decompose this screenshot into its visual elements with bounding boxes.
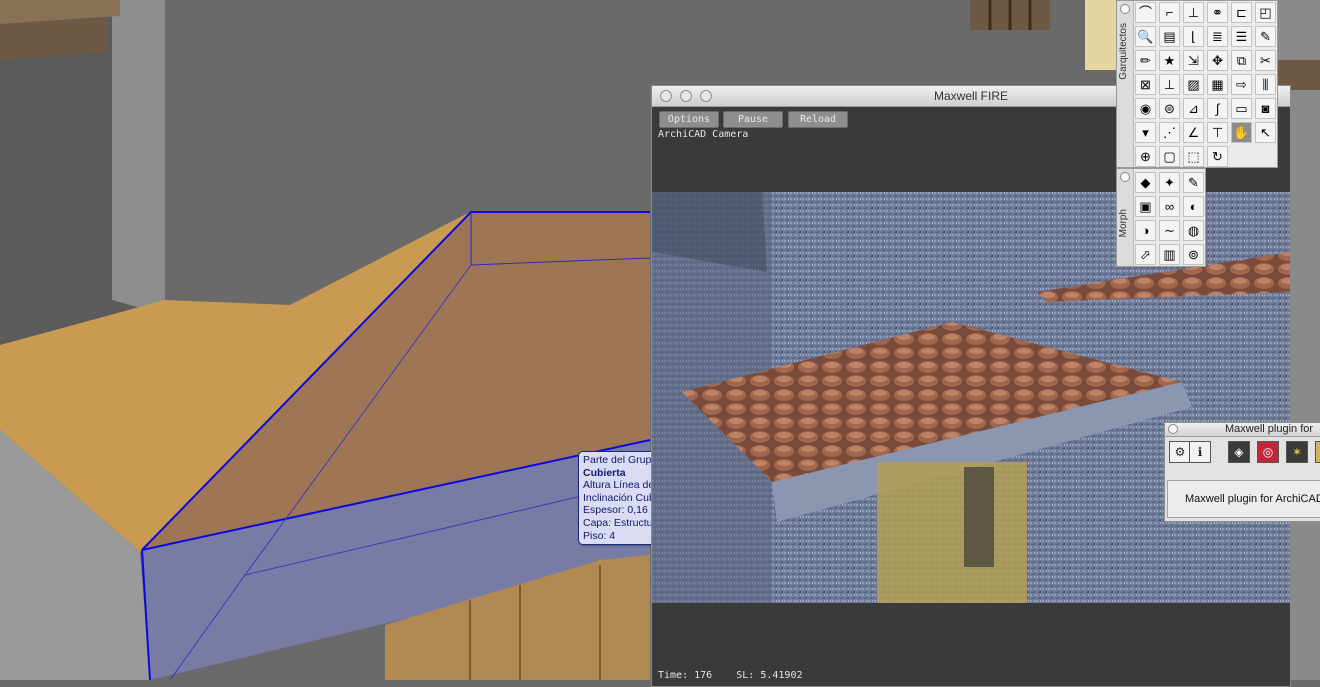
bucket-tool-icon[interactable]: ▾ xyxy=(1135,122,1156,143)
mirror-tool-icon[interactable]: ⧉ xyxy=(1231,50,1252,71)
building-right xyxy=(1085,0,1120,70)
morph-strip[interactable]: Morph xyxy=(1117,169,1134,266)
morph-union-icon[interactable]: ∞ xyxy=(1159,196,1180,217)
morph-close-icon[interactable] xyxy=(1120,172,1130,182)
dimension-tool-icon[interactable]: ⊥ xyxy=(1183,2,1204,23)
bracket-tool-icon[interactable]: ⌊ xyxy=(1183,26,1204,47)
morph-brush-icon[interactable]: ✎ xyxy=(1183,172,1204,193)
pen-tool-icon[interactable]: ✏ xyxy=(1135,50,1156,71)
plan-tool-icon[interactable]: ⊏ xyxy=(1231,2,1252,23)
hatch-tool-icon[interactable]: ▨ xyxy=(1183,74,1204,95)
fill-tool-icon[interactable]: ⊜ xyxy=(1159,98,1180,119)
box-tool-icon[interactable]: ◰ xyxy=(1255,2,1276,23)
morph-sparkle-icon[interactable]: ✦ xyxy=(1159,172,1180,193)
arc-tool-icon[interactable]: ⌒ xyxy=(1135,2,1156,23)
reload-button[interactable]: Reload xyxy=(788,111,848,128)
rotate-tool-icon[interactable]: ↻ xyxy=(1207,146,1228,167)
render-window xyxy=(877,462,1027,603)
angle-tool-icon[interactable]: ∠ xyxy=(1183,122,1204,143)
plugin-label: Maxwell plugin for ArchiCAD xyxy=(1167,480,1320,518)
column-tool-icon[interactable]: ⫼ xyxy=(1255,74,1276,95)
move-tool-icon[interactable]: ⇲ xyxy=(1183,50,1204,71)
elevation-tool-icon[interactable]: ⊥ xyxy=(1159,74,1180,95)
trim-tool-icon[interactable]: ✂ xyxy=(1255,50,1276,71)
morph-intersect-icon[interactable]: ◑ xyxy=(1135,220,1156,241)
morph-curve-icon[interactable]: ∼ xyxy=(1159,220,1180,241)
maxwell-plugin-palette: Maxwell plugin for ⚙ ℹ ◈ ◎ ✶ ◆ Maxwell p… xyxy=(1164,422,1320,522)
palette-strip[interactable]: Garquitectos xyxy=(1117,1,1134,167)
pause-button[interactable]: Pause xyxy=(723,111,783,128)
corner-tool-icon[interactable]: ⌐ xyxy=(1159,2,1180,23)
morph-book-icon[interactable]: ▥ xyxy=(1159,244,1180,265)
pillar xyxy=(112,0,165,315)
morph-box-icon[interactable]: ◆ xyxy=(1135,172,1156,193)
morph-edit-icon[interactable]: ⬀ xyxy=(1135,244,1156,265)
render-red-icon[interactable]: ◎ xyxy=(1257,441,1279,463)
section-tool-icon[interactable]: ⋰ xyxy=(1159,122,1180,143)
morph-subtract-icon[interactable]: ◐ xyxy=(1183,196,1204,217)
export-tool-icon[interactable]: ⇨ xyxy=(1231,74,1252,95)
render-window-pane xyxy=(964,467,994,567)
camera-icon[interactable]: ◙ xyxy=(1255,98,1276,119)
search-icon[interactable]: 🔍 xyxy=(1135,26,1156,47)
hand-tool-icon[interactable]: ✋ xyxy=(1231,122,1252,143)
star-icon[interactable]: ★ xyxy=(1159,50,1180,71)
eyedropper-icon[interactable]: ✎ xyxy=(1255,26,1276,47)
morph-label: Morph xyxy=(1118,209,1129,238)
cursor-tool-icon[interactable]: ✥ xyxy=(1207,50,1228,71)
garquitectos-label: Garquitectos xyxy=(1118,23,1129,80)
layers-tool-icon[interactable]: ☰ xyxy=(1231,26,1252,47)
morph-cube-icon[interactable]: ▣ xyxy=(1135,196,1156,217)
render-status: Time: 176 SL: 5.41902 xyxy=(658,670,803,681)
stair-tool-icon[interactable]: ⊿ xyxy=(1183,98,1204,119)
document-tool-icon[interactable]: ▦ xyxy=(1207,74,1228,95)
material-icon[interactable]: ◈ xyxy=(1228,441,1250,463)
morph-palette: Morph ◆ ✦ ✎ ▣ ∞ ◐ ◑ ∼ ◍ ⬀ ▥ ⊚ xyxy=(1116,168,1206,267)
camera-label: ArchiCAD Camera xyxy=(658,129,749,140)
zoom-in-icon[interactable]: ⊕ xyxy=(1135,146,1156,167)
image-tool-icon[interactable]: ⊠ xyxy=(1135,74,1156,95)
arrow-tool-icon[interactable]: ↖ xyxy=(1255,122,1276,143)
morph-sphere-icon[interactable]: ◍ xyxy=(1183,220,1204,241)
options-button[interactable]: Options xyxy=(659,111,719,128)
plugin-title[interactable]: Maxwell plugin for xyxy=(1165,423,1320,437)
height-tool-icon[interactable]: ⊤ xyxy=(1207,122,1228,143)
screen-tool-icon[interactable]: ▭ xyxy=(1231,98,1252,119)
curve-tool-icon[interactable]: ∫ xyxy=(1207,98,1228,119)
extra-icon[interactable]: ◆ xyxy=(1315,441,1320,463)
garquitectos-palette: Garquitectos ⌒ ⌐ ⊥ ⚭ ⊏ ◰ 🔍 ▤ ⌊ ≣ ☰ ✎ ✏ ★… xyxy=(1116,0,1278,168)
info-icon[interactable]: ℹ xyxy=(1189,441,1211,463)
stack-tool-icon[interactable]: ≣ xyxy=(1207,26,1228,47)
settings-gear-icon[interactable]: ⚙ xyxy=(1169,441,1191,463)
network-tool-icon[interactable]: ⚭ xyxy=(1207,2,1228,23)
render-tool-icon[interactable]: ◉ xyxy=(1135,98,1156,119)
transform-tool-icon[interactable]: ⬚ xyxy=(1183,146,1204,167)
layout-tool-icon[interactable]: ▤ xyxy=(1159,26,1180,47)
palette-close-icon[interactable] xyxy=(1120,4,1130,14)
sheet-tool-icon[interactable]: ▢ xyxy=(1159,146,1180,167)
fire-icon[interactable]: ✶ xyxy=(1286,441,1308,463)
morph-cylinder-icon[interactable]: ⊚ xyxy=(1183,244,1204,265)
plugin-close-icon[interactable] xyxy=(1168,424,1178,434)
